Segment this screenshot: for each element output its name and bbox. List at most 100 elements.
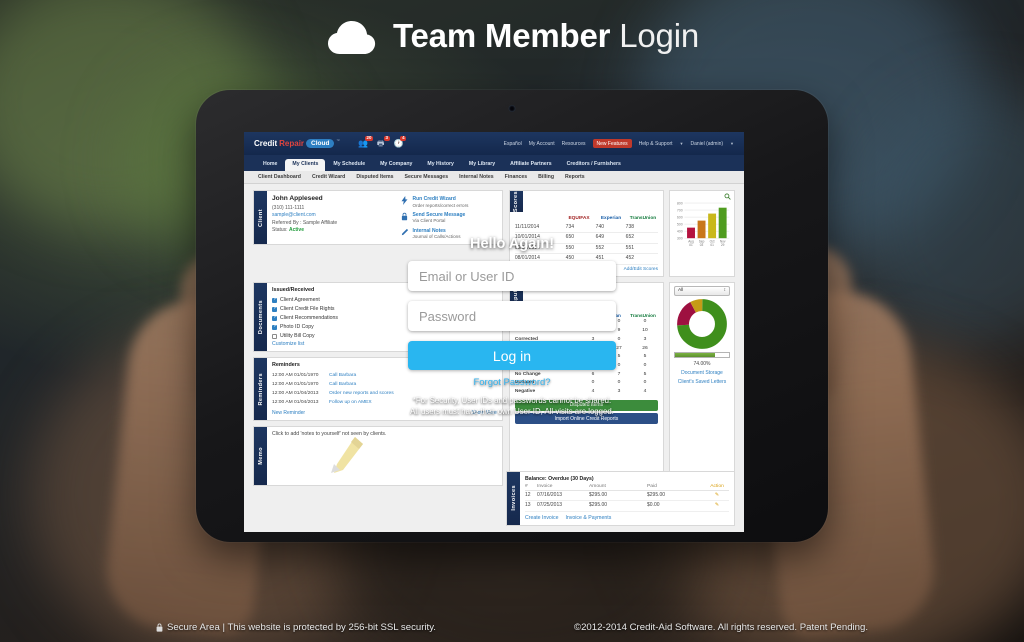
new-reminder-link[interactable]: New Reminder [272, 410, 305, 416]
score-transunion: 452 [625, 255, 635, 262]
invoice-date: 07/16/2013 [537, 491, 563, 498]
reminder-text: Order new reports and scores [329, 391, 394, 397]
forgot-password-link[interactable]: Forgot Password? [408, 377, 616, 388]
invoice-amount: $295.00 [589, 491, 608, 498]
tab-my-schedule[interactable]: My Schedule [326, 159, 372, 171]
dispute-transunion: 0 [643, 380, 647, 386]
storage-filter-select[interactable]: All ↕ [674, 285, 730, 296]
topnav-my-account[interactable]: My Account [529, 141, 555, 147]
pencil-icon [331, 436, 363, 473]
tab-affiliate-partners[interactable]: Affiliate Partners [503, 159, 559, 171]
client-email[interactable]: sample@client.com [272, 212, 400, 220]
saved-letters-link[interactable]: Client's Saved Letters [678, 379, 726, 385]
invoice-paid: $0.00 [647, 502, 660, 509]
svg-text:700: 700 [677, 208, 683, 212]
page-title: Team Member Login [393, 17, 699, 55]
checkbox[interactable] [272, 297, 278, 303]
tab-my-company[interactable]: My Company [373, 159, 419, 171]
people-icon[interactable]: 👥 20 [358, 135, 374, 148]
checkbox[interactable] [272, 333, 277, 339]
action-send-secure-message[interactable]: Send Secure Message Via Client Portal [400, 212, 497, 224]
svg-text:01: 01 [710, 243, 714, 247]
topnav-resources[interactable]: Resources [562, 141, 586, 147]
client-referred-by: Referred By : Sample Affiliate [272, 219, 338, 226]
action-sub: Via Client Portal [412, 218, 446, 224]
create-invoice-link[interactable]: Create Invoice [525, 515, 558, 521]
checkbox[interactable] [272, 324, 278, 330]
footer-left: Secure Area | This website is protected … [156, 622, 436, 633]
app-topbar: Credit Repair Cloud ™ 👥 20 🖶 3 🕐 4 Español M… [244, 132, 744, 155]
reminder-time: 12:00 AM 01/04/2013 [272, 400, 319, 406]
tab-creditors-furnishers[interactable]: Creditors / Furnishers [560, 159, 628, 171]
document-label: Client Recommendations [280, 314, 338, 321]
reminder-text: Follow up on AMEX [329, 400, 372, 406]
topnav-help-support[interactable]: Help & Support [639, 141, 673, 147]
invoices-balance-title: Balance: Overdue (30 Days) [525, 475, 594, 482]
brand-pill: Cloud [306, 138, 335, 149]
subnav-reports[interactable]: Reports [565, 174, 585, 180]
memo-vtab-label: Memo [257, 446, 264, 465]
dispute-transunion: 5 [643, 354, 647, 360]
page-footer: Secure Area | This website is protected … [0, 622, 1024, 633]
reminder-time: 12:00 AM 01/04/2013 [272, 391, 319, 397]
action-run-credit-wizard[interactable]: Run Credit Wizard Order reports/correct e… [400, 196, 497, 208]
clock-badge: 4 [400, 135, 407, 142]
topnav-user-menu[interactable]: Daniel (admin) [691, 141, 724, 147]
score-transunion: 652 [625, 234, 635, 241]
footer-security-text: Secure Area | This website is protected … [167, 622, 436, 633]
col-invoice: Invoice [537, 483, 553, 489]
reminder-time: 12:00 AM 01/01/1970 [272, 373, 319, 379]
subnav-billing[interactable]: Billing [538, 174, 554, 180]
storage-progress-bar [674, 351, 730, 358]
storage-filter-value: All [678, 288, 684, 294]
subnav-client-dashboard[interactable]: Client Dashboard [258, 174, 301, 180]
login-button[interactable]: Log in [408, 341, 616, 370]
invoice-amount: $295.00 [589, 502, 608, 509]
lock-icon [401, 212, 408, 221]
brand-tm: ™ [336, 138, 340, 143]
invoice-payments-link[interactable]: Invoice & Payments [565, 515, 611, 521]
memo-card: Memo Click to add 'notes to yourself' no… [253, 425, 503, 486]
dispute-transunion: 0 [643, 319, 647, 325]
tab-my-clients[interactable]: My Clients [285, 158, 326, 171]
pencil-icon[interactable]: ✎ [705, 491, 729, 501]
document-label: Utility Bill Copy [280, 332, 315, 339]
printer-icon[interactable]: 🖶 3 [377, 135, 390, 148]
subnav-disputed-items[interactable]: Disputed Items [356, 174, 393, 180]
subnav-finances[interactable]: Finances [505, 174, 528, 180]
checkbox[interactable] [272, 315, 278, 321]
dispute-transunion: 26 [642, 345, 648, 351]
brand-logo[interactable]: Credit Repair Cloud ™ [254, 138, 340, 149]
subnav-internal-notes[interactable]: Internal Notes [459, 174, 494, 180]
reminder-time: 12:00 AM 01/01/1970 [272, 382, 319, 388]
score-date: 11/11/2014 [514, 223, 540, 230]
bureau-transunion: TransUnion [629, 216, 657, 222]
scores-vtab-label: Scores [513, 191, 520, 213]
password-field[interactable] [408, 301, 616, 331]
reminder-text: Call Barbara [329, 373, 357, 379]
subnav-credit-wizard[interactable]: Credit Wizard [312, 174, 345, 180]
pencil-icon[interactable]: ✎ [705, 501, 729, 511]
tab-my-history[interactable]: My History [420, 159, 461, 171]
bureau-equifax: EQUIFAX [568, 216, 590, 222]
tab-home[interactable]: Home [256, 159, 284, 171]
page-header: Team Member Login [0, 16, 1024, 56]
security-notice: *For Security, User IDs and passwords ca… [408, 395, 616, 418]
search-icon[interactable] [724, 193, 731, 200]
clock-icon[interactable]: 🕐 4 [393, 135, 407, 148]
bureau-experian: Experian [600, 216, 622, 222]
storage-card: All ↕ 74.00% Document Storage Client's S… [669, 281, 735, 486]
tab-my-library[interactable]: My Library [462, 159, 502, 171]
brand-part1: Credit [254, 139, 278, 148]
subnav-secure-messages[interactable]: Secure Messages [405, 174, 449, 180]
title-light: Login [619, 17, 699, 54]
memo-card-body[interactable]: Click to add 'notes to yourself' not see… [267, 427, 502, 485]
reminders-vtab-label: Reminders [257, 372, 264, 406]
email-field[interactable] [408, 261, 616, 291]
checkbox[interactable] [272, 306, 278, 312]
document-storage-link[interactable]: Document Storage [681, 370, 723, 376]
topnav-new-features[interactable]: New Features [592, 139, 632, 148]
topnav-espanol[interactable]: Español [504, 141, 522, 147]
svg-text:300: 300 [677, 237, 683, 241]
svg-text:600: 600 [677, 215, 683, 219]
